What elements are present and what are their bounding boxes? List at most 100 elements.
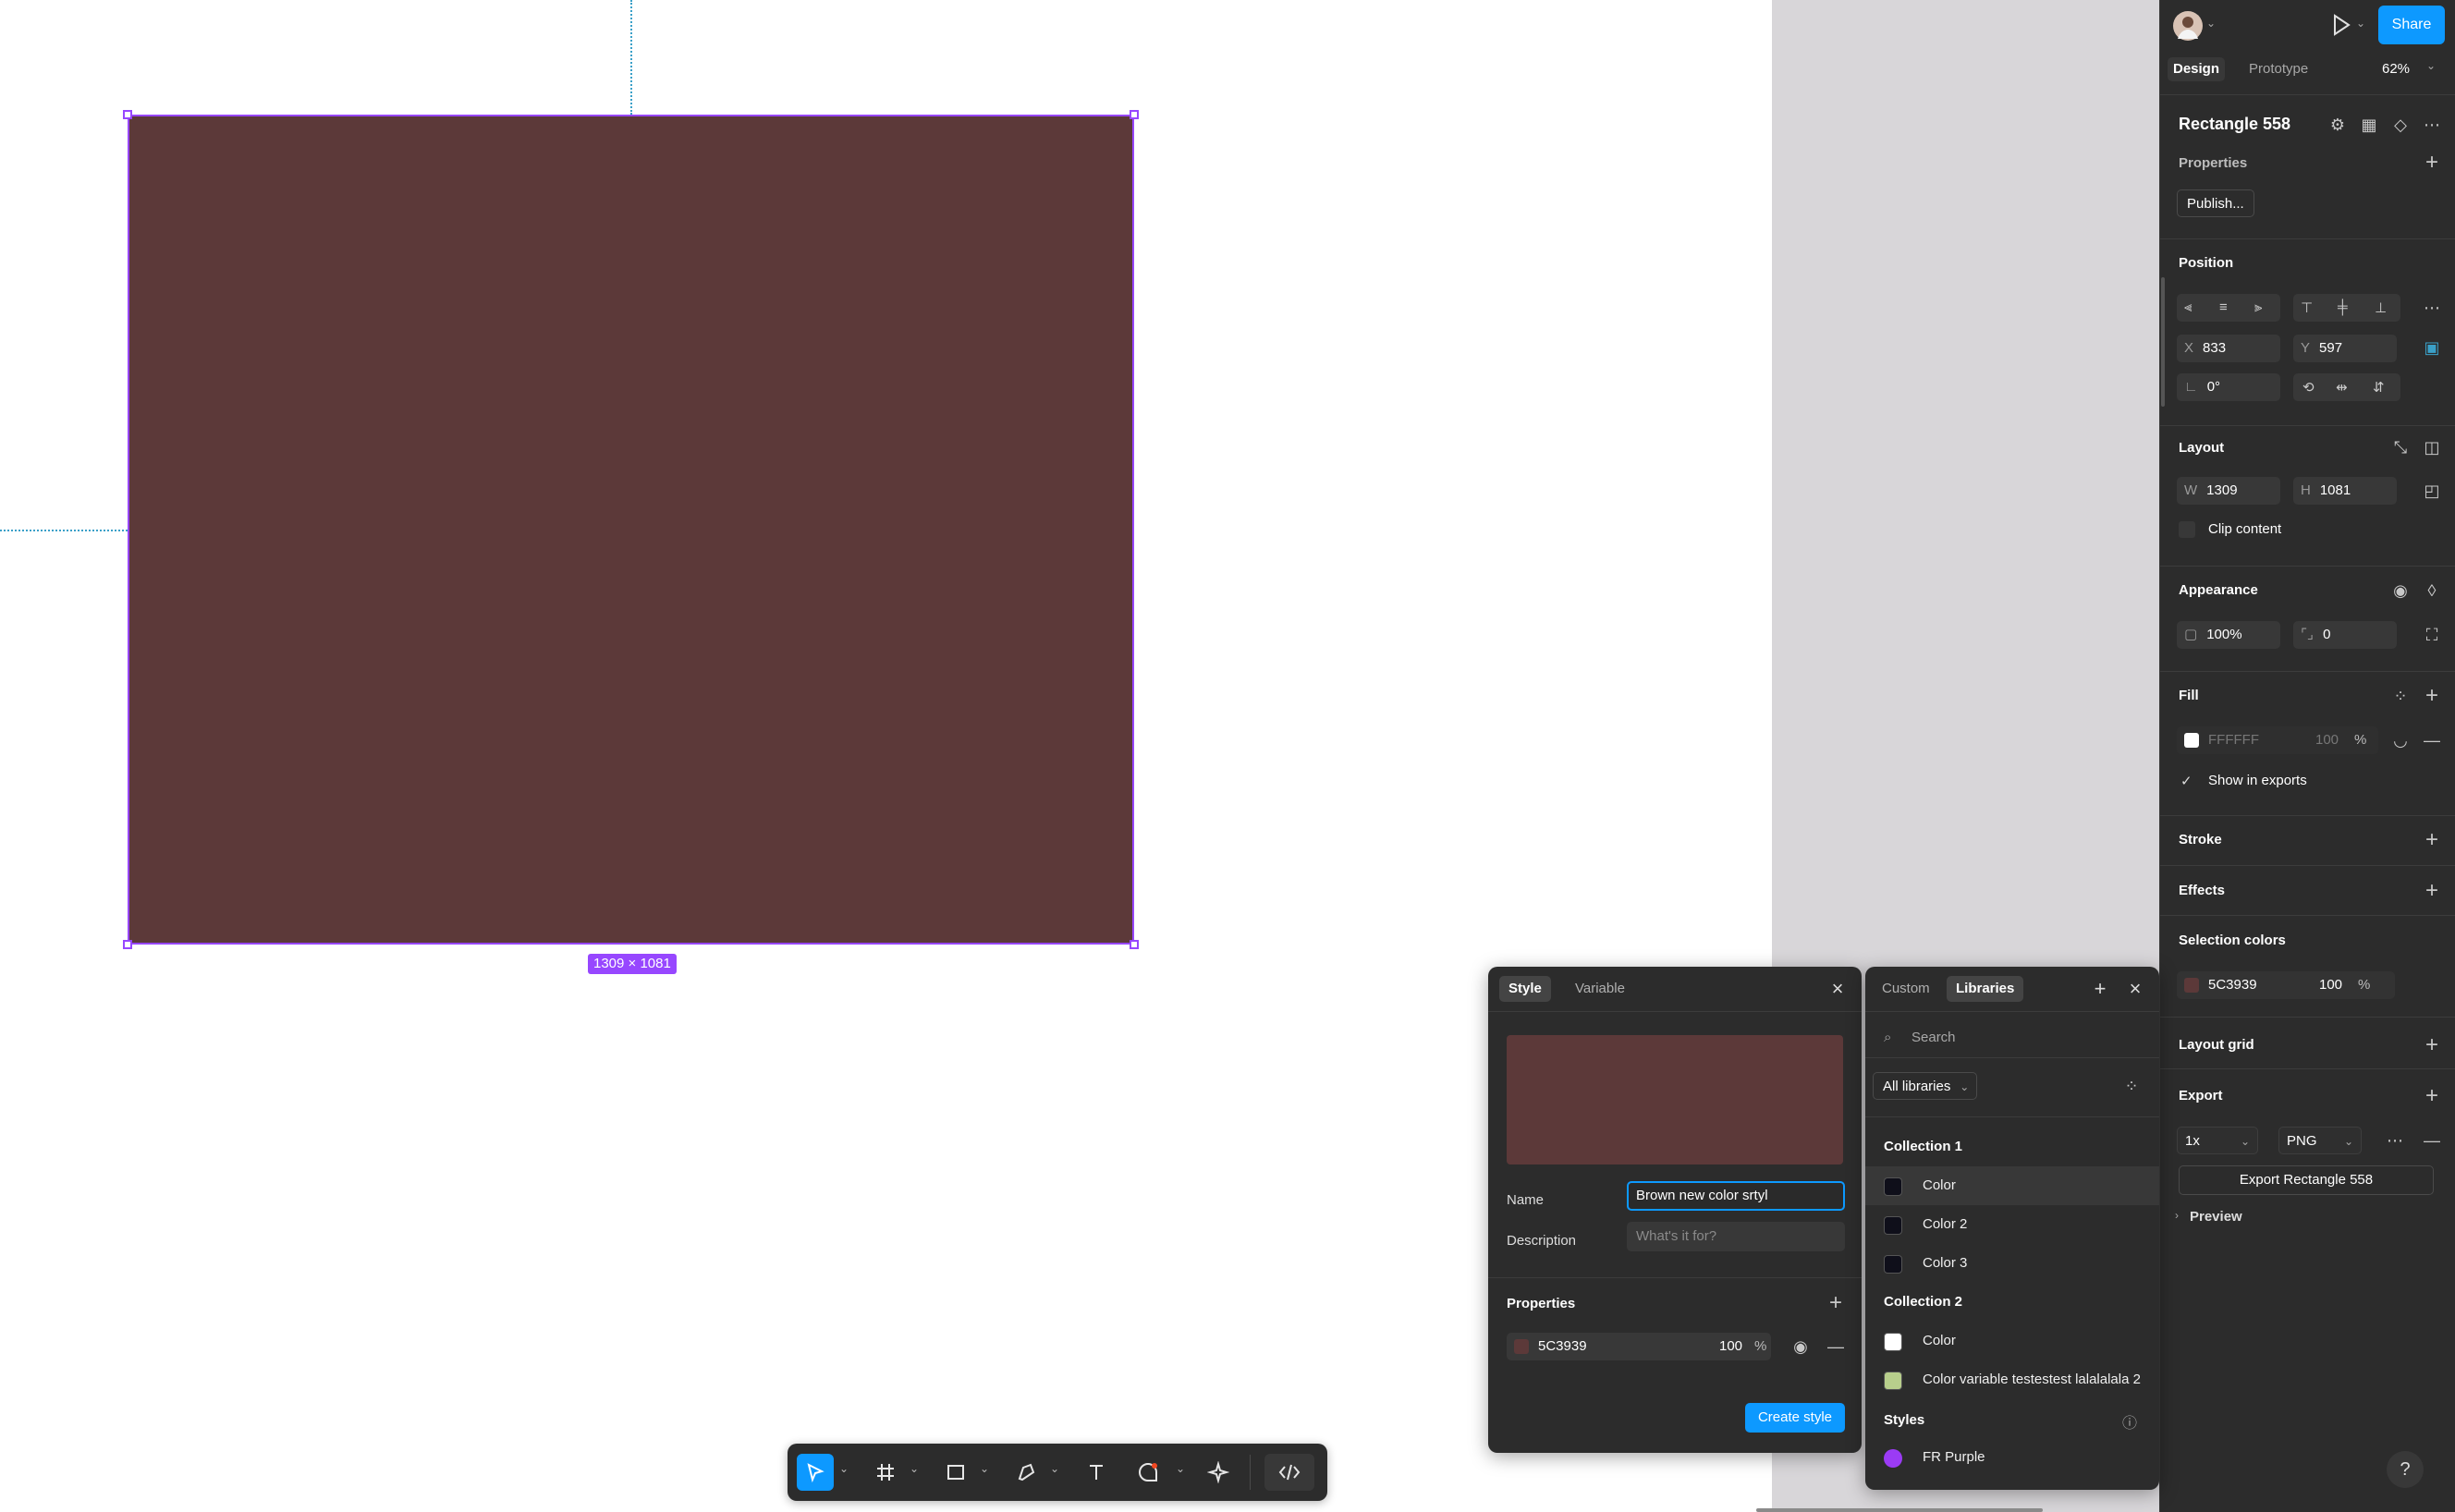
add-export-icon[interactable]: + <box>2419 1083 2445 1109</box>
comment-tool-icon[interactable] <box>1130 1454 1166 1491</box>
info-icon[interactable]: ⓘ <box>2122 1410 2137 1433</box>
export-scale-select[interactable]: 1x ⌄ <box>2177 1127 2258 1154</box>
pen-tool-icon[interactable] <box>1008 1454 1044 1491</box>
help-button[interactable]: ? <box>2387 1451 2424 1488</box>
add-stroke-icon[interactable]: + <box>2419 827 2445 853</box>
tab-style[interactable]: Style <box>1499 976 1551 1002</box>
corner-radius-field[interactable]: ⌜⌟ 0 <box>2293 621 2397 649</box>
opacity-field[interactable]: ▢ 100% <box>2177 621 2280 649</box>
blend-mode-icon[interactable]: ◊ <box>2419 578 2445 604</box>
rotate-icon[interactable]: ⟲ <box>2302 379 2315 396</box>
library-search-input[interactable]: Search <box>1911 1030 1956 1045</box>
width-field[interactable]: W 1309 <box>2177 477 2280 505</box>
hidden-eye-icon[interactable]: ◡ <box>2388 727 2413 753</box>
resize-mode-icon[interactable]: ◰ <box>2419 478 2445 504</box>
flip-vertical-icon[interactable]: ⇵ <box>2373 379 2385 396</box>
align-bottom-icon[interactable]: ⊥ <box>2375 299 2387 316</box>
chevron-down-icon[interactable]: ⌄ <box>2206 17 2216 30</box>
tab-libraries[interactable]: Libraries <box>1947 976 2024 1002</box>
style-color-row[interactable]: 5C3939 100 % <box>1507 1333 1771 1360</box>
grid-icon[interactable]: ▦ <box>2356 112 2382 138</box>
checkmark-icon[interactable]: ✓ <box>2180 773 2192 789</box>
auto-layout-icon[interactable]: ◫ <box>2419 434 2445 460</box>
library-item[interactable]: Color 3 <box>1865 1244 2159 1283</box>
canvas-scrollbar[interactable] <box>1756 1508 2043 1512</box>
create-style-button[interactable]: Create style <box>1745 1403 1845 1433</box>
eye-icon[interactable]: ◉ <box>1788 1334 1814 1360</box>
add-effect-icon[interactable]: + <box>2419 878 2445 904</box>
fill-swatch[interactable] <box>2184 733 2199 748</box>
chevron-down-icon[interactable]: ⌄ <box>1176 1462 1185 1475</box>
add-property-icon[interactable]: + <box>2419 150 2445 176</box>
export-settings-icon[interactable]: ⋯ <box>2382 1128 2408 1153</box>
remove-property-icon[interactable]: — <box>1823 1334 1849 1360</box>
tab-variable[interactable]: Variable <box>1566 976 1634 1002</box>
x-field[interactable]: X 833 <box>2177 335 2280 362</box>
preview-label[interactable]: Preview <box>2190 1209 2242 1225</box>
play-options-chevron-icon[interactable]: ⌄ <box>2356 17 2365 30</box>
align-left-icon[interactable]: ⫷ <box>2184 299 2192 315</box>
tab-custom[interactable]: Custom <box>1873 976 1939 1002</box>
remove-export-icon[interactable]: — <box>2419 1128 2445 1153</box>
rectangle-tool-icon[interactable] <box>937 1454 974 1491</box>
export-format-select[interactable]: PNG ⌄ <box>2278 1127 2362 1154</box>
align-middle-icon[interactable]: ╪ <box>2338 299 2348 315</box>
library-item[interactable]: Color <box>1865 1166 2159 1205</box>
constraints-icon[interactable]: ▣ <box>2419 335 2445 360</box>
align-top-icon[interactable]: ⊤ <box>2301 299 2313 316</box>
share-button[interactable]: Share <box>2378 6 2445 44</box>
fill-row[interactable]: FFFFFF 100 % <box>2177 726 2378 754</box>
avatar[interactable] <box>2173 11 2203 41</box>
selection-color-swatch[interactable] <box>2184 978 2199 993</box>
library-item[interactable]: Color 2 <box>1865 1205 2159 1244</box>
text-tool-icon[interactable] <box>1078 1454 1115 1491</box>
more-icon[interactable]: ⋯ <box>2419 112 2445 138</box>
align-right-icon[interactable]: ⫸ <box>2254 299 2262 315</box>
grid-view-icon[interactable]: ⁘ <box>2119 1073 2144 1099</box>
remove-fill-icon[interactable]: — <box>2419 727 2445 753</box>
collapse-icon[interactable]: ⤡ <box>2388 434 2413 460</box>
close-icon[interactable]: × <box>2124 978 2146 1000</box>
export-button[interactable]: Export Rectangle 558 <box>2179 1165 2434 1195</box>
tab-design[interactable]: Design <box>2168 57 2226 81</box>
rotation-field[interactable]: ∟ 0° <box>2177 373 2280 401</box>
panel-scrollbar[interactable] <box>2161 277 2165 407</box>
style-grid-icon[interactable]: ⁘ <box>2388 683 2413 709</box>
close-icon[interactable]: × <box>1826 978 1849 1000</box>
frame-tool-icon[interactable] <box>867 1454 904 1491</box>
component-icon[interactable]: ◇ <box>2388 112 2413 138</box>
independent-corners-icon[interactable]: ⛶ <box>2419 622 2445 648</box>
actions-tool-icon[interactable] <box>1200 1454 1237 1491</box>
chevron-down-icon[interactable]: ⌄ <box>839 1462 849 1475</box>
library-item[interactable]: Color <box>1865 1322 2159 1360</box>
layer-name[interactable]: Rectangle 558 <box>2179 115 2290 134</box>
adjust-icon[interactable]: ⚙ <box>2325 112 2351 138</box>
flip-horizontal-icon[interactable]: ⇹ <box>2336 379 2348 396</box>
chevron-down-icon[interactable]: ⌄ <box>980 1462 989 1475</box>
clip-content-checkbox[interactable] <box>2179 521 2195 538</box>
style-color-swatch[interactable] <box>1514 1339 1529 1354</box>
add-fill-icon[interactable]: + <box>2419 683 2445 709</box>
library-item[interactable]: Color variable testestest lalalalala 2 <box>1865 1360 2159 1399</box>
library-filter-select[interactable]: All libraries ⌄ <box>1873 1072 1978 1100</box>
height-field[interactable]: H 1081 <box>2293 477 2397 505</box>
align-center-icon[interactable]: ≡ <box>2219 299 2228 315</box>
publish-button[interactable]: Publish... <box>2177 189 2254 217</box>
resize-handle-top-left[interactable] <box>123 110 132 119</box>
resize-handle-bottom-left[interactable] <box>123 940 132 949</box>
dev-mode-icon[interactable] <box>1264 1454 1314 1491</box>
add-icon[interactable]: + <box>2089 978 2111 1000</box>
y-field[interactable]: Y 597 <box>2293 335 2397 362</box>
chevron-down-icon[interactable]: ⌄ <box>910 1462 919 1475</box>
resize-handle-bottom-right[interactable] <box>1130 940 1139 949</box>
description-input[interactable]: What's it for? <box>1627 1222 1845 1251</box>
zoom-chevron-icon[interactable]: ⌄ <box>2426 59 2436 72</box>
chevron-down-icon[interactable]: ⌄ <box>1050 1462 1059 1475</box>
play-icon[interactable] <box>2330 13 2352 41</box>
add-layout-grid-icon[interactable]: + <box>2419 1032 2445 1058</box>
selected-rectangle[interactable] <box>123 110 1139 949</box>
more-align-icon[interactable]: ⋯ <box>2419 295 2445 321</box>
eye-icon[interactable]: ◉ <box>2388 578 2413 604</box>
add-property-icon[interactable]: + <box>1823 1290 1849 1316</box>
resize-handle-top-right[interactable] <box>1130 110 1139 119</box>
